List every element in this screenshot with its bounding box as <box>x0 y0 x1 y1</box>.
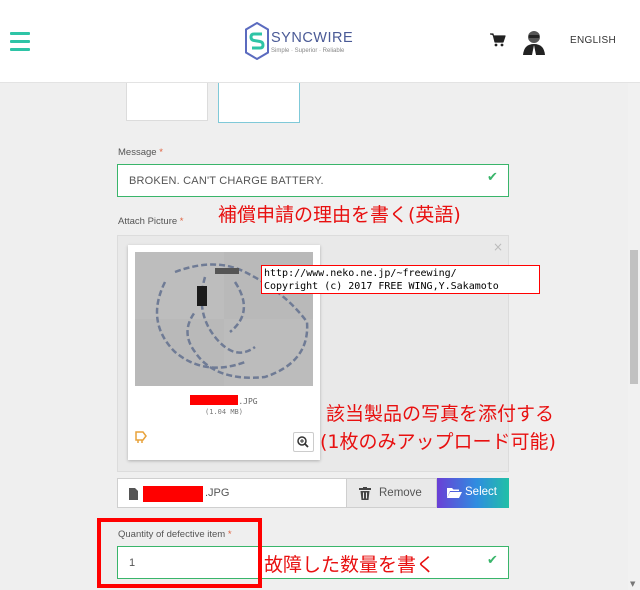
thumbnail-option[interactable] <box>126 83 208 121</box>
language-selector[interactable]: ENGLISH <box>570 35 616 46</box>
brand-logo[interactable]: SYNCWIRE Simple · Superior · Reliable <box>245 22 365 62</box>
photo-annotation-line1: 該当製品の写真を添付する <box>326 403 555 425</box>
hamburger-icon[interactable] <box>10 32 30 52</box>
copyright-overlay: http://www.neko.ne.jp/~freewing/ Copyrig… <box>261 265 540 294</box>
zoom-in-button[interactable] <box>293 432 314 452</box>
brand-tagline: Simple · Superior · Reliable <box>271 48 345 54</box>
tag-icon <box>135 431 147 443</box>
remove-button[interactable]: Remove <box>347 478 437 508</box>
selected-file-field[interactable]: .JPG <box>117 478 347 508</box>
brand-name: SYNCWIRE <box>271 30 354 46</box>
trash-icon <box>359 487 371 500</box>
checkmark-icon: ✔ <box>487 553 498 568</box>
user-avatar-icon[interactable] <box>522 28 546 56</box>
uploaded-file-size: (1.04 MB) <box>205 408 243 416</box>
uploaded-file-name: .JPG <box>128 395 320 406</box>
checkmark-icon: ✔ <box>487 170 498 185</box>
close-icon[interactable]: × <box>493 240 503 254</box>
scrollbar-thumb[interactable] <box>630 250 638 384</box>
message-input[interactable]: BROKEN. CAN'T CHARGE BATTERY. <box>117 164 509 197</box>
thumbnail-option-selected[interactable] <box>218 83 300 123</box>
redacted-filename <box>190 395 239 405</box>
logo-mark-icon <box>245 22 269 60</box>
cart-icon[interactable] <box>490 32 506 48</box>
message-label: Message * <box>118 147 163 158</box>
redacted-filename <box>143 486 203 502</box>
highlight-frame <box>97 518 262 588</box>
select-file-button[interactable]: Select <box>437 478 509 508</box>
folder-open-icon <box>447 488 462 498</box>
site-header: SYNCWIRE Simple · Superior · Reliable EN… <box>0 0 640 83</box>
reason-annotation: 補償申請の理由を書く(英語) <box>218 204 461 226</box>
photo-annotation-line2: (1枚のみアップロード可能) <box>320 431 556 453</box>
scroll-down-arrow-icon[interactable]: ▼ <box>630 580 635 588</box>
quantity-annotation: 故障した数量を書く <box>264 554 436 576</box>
file-icon <box>129 488 138 500</box>
attach-picture-label: Attach Picture * <box>118 216 184 227</box>
zoom-in-icon <box>297 436 309 448</box>
